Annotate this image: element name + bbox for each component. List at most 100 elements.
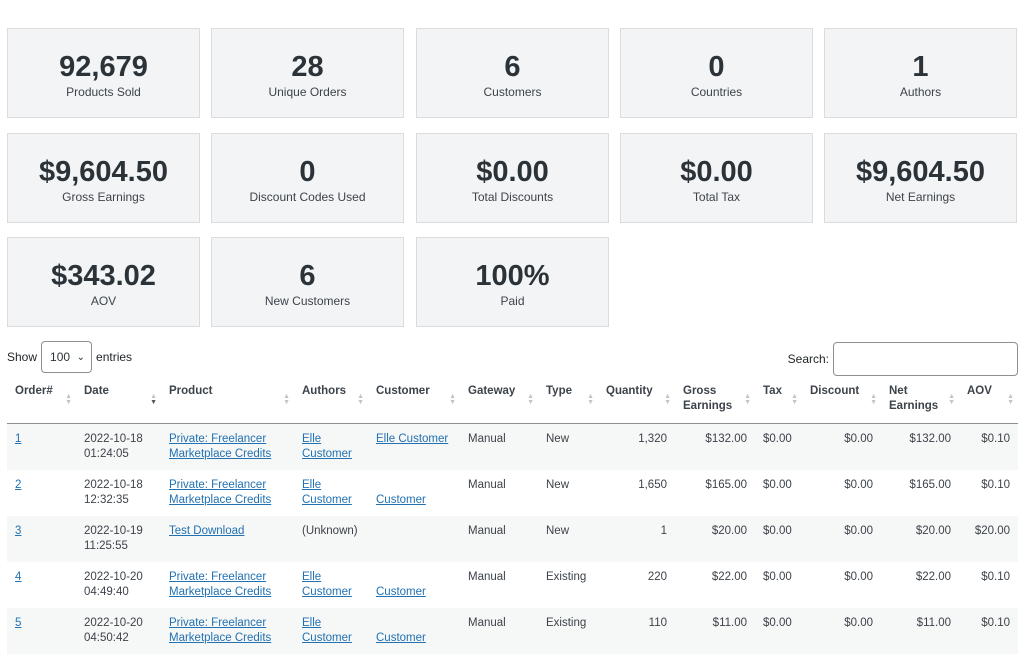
stat-label: Net Earnings: [885, 190, 956, 204]
entries-label: entries: [96, 350, 133, 364]
author-link[interactable]: Elle Customer: [302, 479, 352, 506]
aov-cell: $0.10: [959, 607, 1018, 654]
stat-value: 92,679: [59, 51, 148, 83]
search-label: Search:: [787, 352, 829, 366]
product-link[interactable]: Test Download: [169, 525, 244, 537]
col-header-order[interactable]: Order# ▲ ▼: [7, 378, 76, 424]
type-cell: New: [538, 423, 598, 470]
product-link[interactable]: Private: Freelancer Marketplace Credits: [169, 479, 271, 506]
col-header-gateway[interactable]: Gateway ▲ ▼: [460, 378, 538, 424]
search-input[interactable]: [833, 342, 1018, 376]
stat-label: Unique Orders: [268, 85, 347, 99]
sort-icon: ▲ ▼: [283, 393, 290, 406]
col-header-customer[interactable]: Customer ▲ ▼: [368, 378, 460, 424]
stat-value: 6: [504, 51, 521, 83]
customer-link[interactable]: Customer: [376, 632, 426, 644]
table-search: Search:: [788, 342, 1018, 376]
col-header-type[interactable]: Type ▲ ▼: [538, 378, 598, 424]
tax-cell: $0.00: [755, 561, 802, 608]
customer-link[interactable]: Elle Customer: [376, 433, 448, 445]
gateway-cell: Manual: [460, 423, 538, 470]
orders-table: Order# ▲ ▼ Date ▲ ▼ Product ▲ ▼ Authors ▲ ▼ Cust…: [7, 378, 1018, 654]
stat-label: Countries: [690, 85, 743, 99]
discount-cell: $0.00: [802, 607, 881, 654]
order-date: 2022-10-18 12:32:35: [76, 469, 161, 516]
tax-cell: $0.00: [755, 607, 802, 654]
col-header-discount[interactable]: Discount ▲ ▼: [802, 378, 881, 424]
customer-link[interactable]: Customer: [376, 494, 426, 506]
chevron-down-icon: ⌄: [76, 351, 86, 363]
gross-cell: $22.00: [675, 561, 755, 608]
type-cell: New: [538, 469, 598, 516]
author-link[interactable]: Elle Customer: [302, 433, 352, 460]
stat-value: 1: [912, 51, 929, 83]
stat-label: Authors: [899, 85, 942, 99]
table-row: 4 2022-10-20 04:49:40 Private: Freelancer…: [7, 561, 1018, 608]
col-header-authors[interactable]: Authors ▲ ▼: [294, 378, 368, 424]
customer-cell: [368, 515, 460, 562]
sort-icon: ▲ ▼: [791, 393, 798, 406]
stat-label: Customers: [483, 85, 542, 99]
stat-net-earnings: $9,604.50 Net Earnings: [824, 133, 1017, 223]
stat-value: $0.00: [680, 156, 753, 188]
author-link[interactable]: Elle Customer: [302, 571, 352, 598]
type-cell: Existing: [538, 561, 598, 608]
stat-value: $0.00: [476, 156, 549, 188]
sort-icon: ▲ ▼: [870, 393, 877, 406]
order-link[interactable]: 5: [15, 617, 21, 629]
stat-value: 100%: [475, 260, 550, 292]
entries-select[interactable]: 100 ⌄: [41, 341, 93, 373]
type-cell: New: [538, 515, 598, 562]
aov-cell: $0.10: [959, 561, 1018, 608]
order-date: 2022-10-19 11:25:55: [76, 515, 161, 562]
product-link[interactable]: Private: Freelancer Marketplace Credits: [169, 571, 271, 598]
sort-icon: ▲ ▼: [1007, 393, 1014, 406]
quantity-cell: 1,320: [598, 423, 675, 470]
stat-aov: $343.02 AOV: [7, 237, 200, 327]
col-header-net-earnings[interactable]: Net Earnings ▲ ▼: [881, 378, 959, 424]
stat-value: $9,604.50: [38, 156, 168, 188]
sort-icon: ▲ ▼: [587, 393, 594, 406]
order-link[interactable]: 2: [15, 479, 21, 491]
col-header-tax[interactable]: Tax ▲ ▼: [755, 378, 802, 424]
col-header-product[interactable]: Product ▲ ▼: [161, 378, 294, 424]
net-cell: $20.00: [881, 515, 959, 562]
quantity-cell: 1,650: [598, 469, 675, 516]
gross-cell: $132.00: [675, 423, 755, 470]
table-header-row: Order# ▲ ▼ Date ▲ ▼ Product ▲ ▼ Authors ▲ ▼ Cust…: [7, 378, 1018, 424]
stat-label: Discount Codes Used: [249, 190, 366, 204]
stat-value: $343.02: [51, 260, 156, 292]
gateway-cell: Manual: [460, 607, 538, 654]
quantity-cell: 110: [598, 607, 675, 654]
col-header-date[interactable]: Date ▲ ▼: [76, 378, 161, 424]
table-row: 1 2022-10-18 01:24:05 Private: Freelancer…: [7, 423, 1018, 470]
sort-icon: ▲ ▼: [948, 393, 955, 406]
col-header-quantity[interactable]: Quantity ▲ ▼: [598, 378, 675, 424]
stat-customers: 6 Customers: [416, 28, 609, 118]
tax-cell: $0.00: [755, 469, 802, 516]
stat-new-customers: 6 New Customers: [211, 237, 404, 327]
stat-paid: 100% Paid: [416, 237, 609, 327]
show-label: Show: [7, 350, 38, 364]
sort-icon: ▲ ▼: [65, 393, 72, 406]
customer-link[interactable]: Customer: [376, 586, 426, 598]
stat-value: 0: [708, 51, 725, 83]
sort-icon: ▲ ▼: [527, 393, 534, 406]
stat-unique-orders: 28 Unique Orders: [211, 28, 404, 118]
table-row: 3 2022-10-19 11:25:55 Test Download (Unkn…: [7, 515, 1018, 562]
order-link[interactable]: 1: [15, 433, 21, 445]
aov-cell: $0.10: [959, 423, 1018, 470]
product-link[interactable]: Private: Freelancer Marketplace Credits: [169, 617, 271, 644]
discount-cell: $0.00: [802, 469, 881, 516]
entries-length-control: Show 100 ⌄ entries: [7, 341, 132, 373]
order-link[interactable]: 3: [15, 525, 21, 537]
stat-total-tax: $0.00 Total Tax: [620, 133, 813, 223]
type-cell: Existing: [538, 607, 598, 654]
order-link[interactable]: 4: [15, 571, 21, 583]
aov-cell: $0.10: [959, 469, 1018, 516]
discount-cell: $0.00: [802, 423, 881, 470]
product-link[interactable]: Private: Freelancer Marketplace Credits: [169, 433, 271, 460]
col-header-aov[interactable]: AOV ▲ ▼: [959, 378, 1018, 424]
col-header-gross-earnings[interactable]: Gross Earnings ▲ ▼: [675, 378, 755, 424]
author-link[interactable]: Elle Customer: [302, 617, 352, 644]
